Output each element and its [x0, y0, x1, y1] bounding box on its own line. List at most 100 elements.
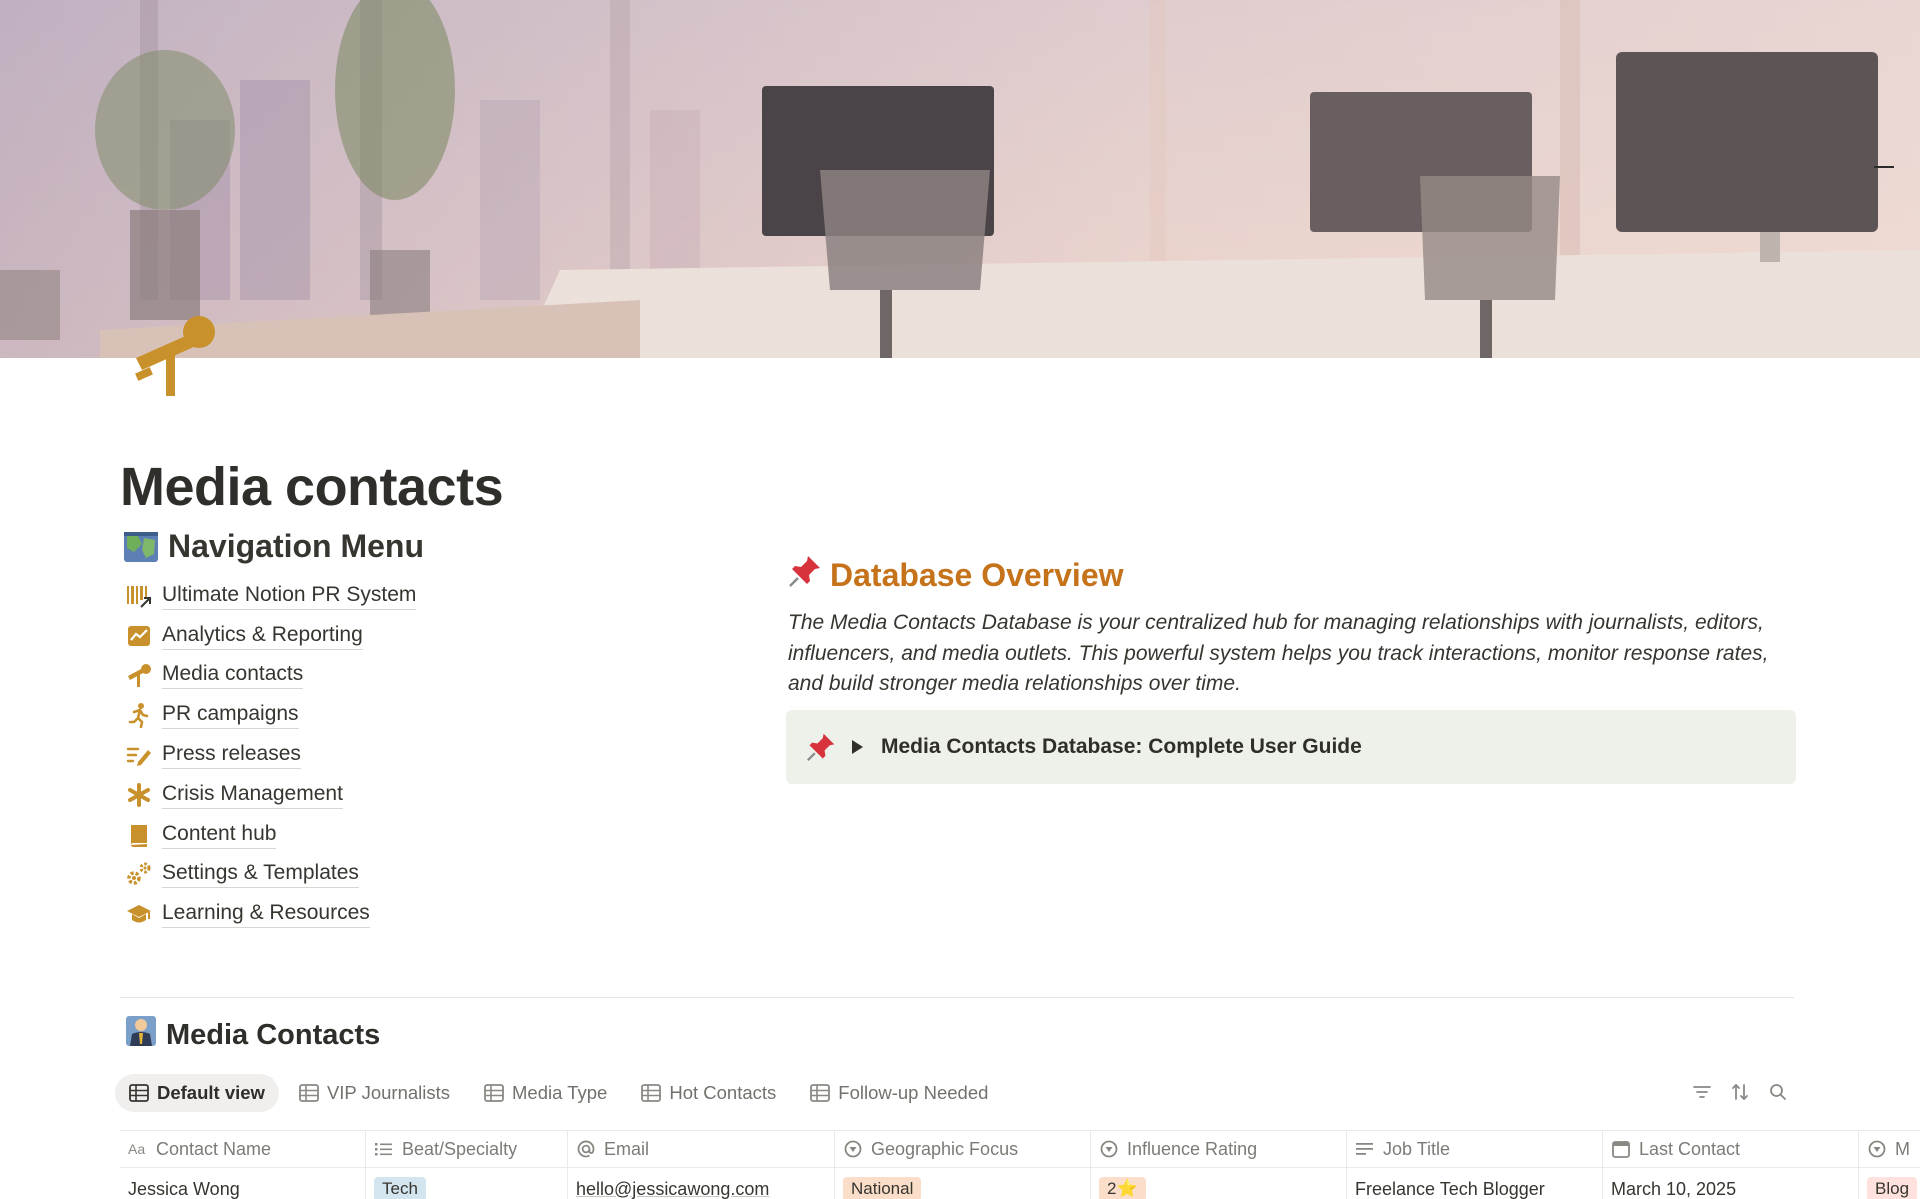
graduation-cap-icon	[126, 901, 152, 927]
nav-item-crisis-management[interactable]: Crisis Management	[126, 775, 416, 815]
cell-influence-rating[interactable]: 2⭐	[1091, 1168, 1347, 1199]
table-icon	[641, 1084, 662, 1102]
tab-follow-up-needed[interactable]: Follow-up Needed	[796, 1074, 1002, 1112]
nav-item-label[interactable]: Ultimate Notion PR System	[162, 582, 417, 610]
svg-text:Aa: Aa	[128, 1141, 145, 1157]
beat-tag: Tech	[374, 1177, 426, 1199]
column-header-beat-specialty[interactable]: Beat/Specialty	[366, 1131, 568, 1167]
user-guide-toggle-label[interactable]: Media Contacts Database: Complete User G…	[881, 735, 1362, 759]
notion-page: Media contacts Navigation Menu Ultimate …	[0, 0, 1920, 1199]
media-tag: Blog	[1867, 1177, 1918, 1199]
cell-email[interactable]: hello@jessicawong.com	[568, 1168, 835, 1199]
nav-item-label[interactable]: Settings & Templates	[162, 860, 359, 889]
book-icon	[126, 822, 152, 848]
search-icon[interactable]	[1768, 1082, 1788, 1102]
table-icon	[484, 1084, 504, 1102]
tab-vip-journalists[interactable]: VIP Journalists	[285, 1074, 464, 1112]
microphone-icon	[126, 662, 152, 688]
nav-item-ultimate-notion-pr-system[interactable]: Ultimate Notion PR System	[126, 576, 417, 616]
asterisk-icon	[126, 782, 152, 808]
divider	[120, 997, 1794, 998]
column-header-influence-rating[interactable]: Influence Rating	[1091, 1131, 1347, 1167]
sort-icon[interactable]	[1730, 1082, 1750, 1102]
running-person-icon	[126, 702, 152, 729]
tab-label[interactable]: Hot Contacts	[669, 1082, 776, 1104]
nav-item-analytics-reporting[interactable]: Analytics & Reporting	[126, 616, 416, 656]
table-row[interactable]: Jessica Wong Tech hello@jessicawong.com …	[120, 1168, 1920, 1199]
geographic-focus-tag: National	[843, 1177, 922, 1199]
nav-item-label[interactable]: Press releases	[162, 741, 301, 770]
media-contacts-table: Aa Contact Name Beat/Specialty Email Geo…	[120, 1130, 1920, 1199]
cell-geographic-focus[interactable]: National	[835, 1168, 1091, 1199]
view-tabs: Default view VIP Journalists Media Type …	[115, 1074, 1002, 1112]
column-header-media[interactable]: M	[1859, 1131, 1920, 1167]
businessman-emoji-icon	[124, 1014, 158, 1056]
map-emoji-icon	[124, 531, 158, 562]
email-link[interactable]: hello@jessicawong.com	[576, 1179, 769, 1199]
database-heading: Media Contacts	[124, 1014, 380, 1056]
navigation-list: Ultimate Notion PR System Analytics & Re…	[126, 576, 417, 934]
toggle-arrow-icon[interactable]	[852, 740, 863, 754]
page-title: Media contacts	[120, 457, 504, 518]
tab-label[interactable]: Default view	[157, 1082, 265, 1104]
cell-beat[interactable]: Tech	[366, 1168, 568, 1199]
nav-item-media-contacts[interactable]: Media contacts	[126, 656, 416, 696]
column-header-contact-name[interactable]: Aa Contact Name	[120, 1131, 366, 1167]
text-aa-icon: Aa	[128, 1141, 145, 1157]
nav-item-pr-campaigns[interactable]: PR campaigns	[126, 695, 416, 735]
status-icon	[1100, 1140, 1118, 1158]
table-icon	[129, 1084, 149, 1102]
influence-rating-tag: 2⭐	[1099, 1177, 1146, 1199]
pushpin-icon	[806, 732, 836, 762]
pushpin-icon	[788, 554, 822, 596]
barcode-arrow-icon	[126, 583, 152, 609]
nav-item-label[interactable]: Media contacts	[162, 661, 304, 690]
cell-media[interactable]: Blog	[1859, 1168, 1920, 1199]
cell-last-contact[interactable]: March 10, 2025	[1603, 1168, 1859, 1199]
column-header-last-contact[interactable]: Last Contact	[1603, 1131, 1859, 1167]
at-icon	[577, 1140, 595, 1158]
nav-item-content-hub[interactable]: Content hub	[126, 815, 416, 855]
nav-item-learning-resources[interactable]: Learning & Resources	[126, 894, 416, 934]
table-icon	[810, 1084, 831, 1102]
cover-menu-icon[interactable]	[1874, 166, 1894, 168]
navigation-heading: Navigation Menu	[124, 528, 424, 565]
navigation-heading-text: Navigation Menu	[168, 528, 425, 564]
nav-item-label[interactable]: Crisis Management	[162, 781, 343, 809]
cover-image[interactable]	[0, 0, 1920, 358]
table-icon	[299, 1084, 319, 1102]
nav-item-label[interactable]: Learning & Resources	[162, 900, 370, 929]
tab-hot-contacts[interactable]: Hot Contacts	[627, 1074, 790, 1112]
cell-contact-name[interactable]: Jessica Wong	[120, 1168, 366, 1199]
nav-item-label[interactable]: PR campaigns	[162, 701, 299, 730]
nav-item-label[interactable]: Content hub	[162, 821, 277, 849]
user-guide-toggle-callout[interactable]: Media Contacts Database: Complete User G…	[786, 710, 1796, 784]
column-header-job-title[interactable]: Job Title	[1347, 1131, 1603, 1167]
database-toolbar	[1692, 1082, 1788, 1102]
database-heading-text: Media Contacts	[166, 1018, 381, 1051]
cell-job-title[interactable]: Freelance Tech Blogger	[1347, 1168, 1603, 1199]
calendar-icon	[1612, 1141, 1630, 1158]
nav-item-press-releases[interactable]: Press releases	[126, 735, 416, 775]
pen-lines-icon	[126, 742, 152, 768]
tab-default-view[interactable]: Default view	[115, 1074, 279, 1112]
overview-description: The Media Contacts Database is your cent…	[788, 611, 1769, 695]
status-icon	[1868, 1140, 1886, 1158]
column-header-email[interactable]: Email	[568, 1131, 835, 1167]
text-lines-icon	[1356, 1143, 1373, 1155]
nav-item-label[interactable]: Analytics & Reporting	[162, 622, 363, 650]
filter-icon[interactable]	[1692, 1082, 1712, 1102]
tab-label[interactable]: Follow-up Needed	[838, 1082, 988, 1104]
nav-item-settings-templates[interactable]: Settings & Templates	[126, 855, 416, 895]
office-scene-illustration	[0, 0, 1920, 358]
list-icon	[375, 1143, 392, 1156]
tab-label[interactable]: Media Type	[512, 1082, 607, 1104]
microphone-icon[interactable]	[128, 312, 222, 396]
gears-icon	[126, 861, 152, 887]
tab-media-type[interactable]: Media Type	[470, 1074, 621, 1112]
table-header: Aa Contact Name Beat/Specialty Email Geo…	[120, 1130, 1920, 1168]
tab-label[interactable]: VIP Journalists	[327, 1082, 450, 1104]
column-header-geographic-focus[interactable]: Geographic Focus	[835, 1131, 1091, 1167]
status-icon	[844, 1140, 862, 1158]
overview-heading: Database Overview	[788, 554, 1124, 596]
